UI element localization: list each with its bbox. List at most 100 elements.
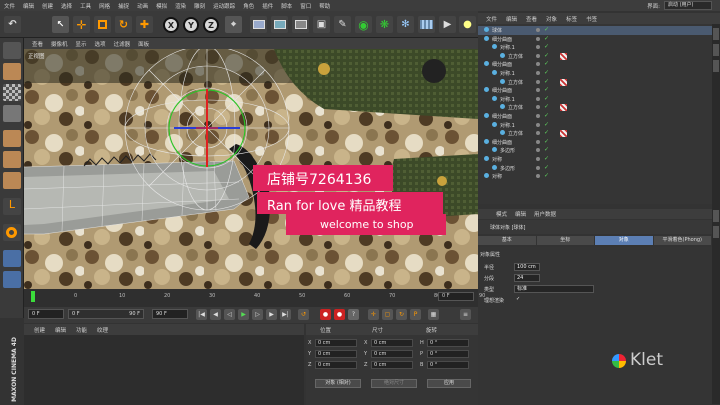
start-frame-field[interactable]: 0 F — [28, 309, 64, 319]
object-row[interactable]: 立方体 ✓ — [478, 103, 712, 112]
viewport-menu-item[interactable]: 面板 — [138, 40, 149, 48]
size-field[interactable]: 0 cm — [371, 350, 413, 358]
position-field[interactable]: 0 cm — [315, 361, 357, 369]
enabled-check-icon[interactable]: ✓ — [544, 104, 550, 110]
attribute-subtab[interactable]: 对象 — [595, 236, 653, 245]
rotation-field[interactable]: 0 ° — [427, 350, 469, 358]
render-settings-icon[interactable] — [292, 16, 309, 33]
timeline-menu-icon[interactable]: ≡ — [460, 309, 471, 320]
texture-tag-icon[interactable] — [560, 130, 567, 138]
floor-icon[interactable] — [418, 16, 435, 33]
magnet-icon[interactable] — [3, 224, 21, 241]
viewport-menu-item[interactable]: 摄像机 — [51, 40, 68, 48]
frame-range-slider[interactable]: 0 F 90 F — [68, 309, 144, 319]
go-start-icon[interactable]: |◀ — [196, 309, 207, 320]
timeline-ruler[interactable]: 0102030405060708090 — [24, 289, 485, 307]
enabled-check-icon[interactable]: ✓ — [544, 173, 550, 179]
tab-attributes[interactable] — [713, 210, 719, 222]
object-row[interactable]: 多边形 ✓ — [478, 146, 712, 155]
make-editable-icon[interactable] — [3, 42, 21, 59]
record-key-icon[interactable]: ● — [320, 309, 331, 320]
visibility-dot[interactable] — [536, 114, 540, 118]
object-menu-item[interactable]: 文件 — [486, 15, 497, 23]
object-row[interactable]: 细分曲面 ✓ — [478, 86, 712, 95]
attribute-menu-item[interactable]: 用户数据 — [534, 210, 556, 218]
enabled-check-icon[interactable]: ✓ — [544, 95, 550, 102]
visibility-dot[interactable] — [536, 122, 540, 127]
enabled-check-icon[interactable]: ✓ — [544, 27, 550, 33]
menu-item[interactable]: 动画 — [137, 2, 148, 10]
enabled-check-icon[interactable]: ✓ — [544, 138, 550, 145]
menu-item[interactable]: 工具 — [80, 2, 91, 10]
enabled-check-icon[interactable]: ✓ — [544, 156, 550, 162]
object-menu-item[interactable]: 对象 — [546, 15, 557, 23]
right-panel-scrollbar[interactable] — [712, 24, 720, 404]
undo-icon[interactable]: ↶ — [4, 16, 21, 33]
visibility-dot[interactable] — [536, 174, 540, 179]
timeline-playhead[interactable] — [31, 291, 35, 302]
menu-item[interactable]: 选择 — [61, 2, 72, 10]
next-key-icon[interactable]: ▶ — [266, 309, 277, 320]
object-row[interactable]: 立方体 ✓ — [478, 129, 712, 138]
object-row[interactable]: 多边形 ✓ — [478, 164, 712, 173]
pen-icon[interactable]: ✎ — [334, 16, 351, 33]
camera-icon[interactable]: ▶ — [439, 16, 456, 33]
attribute-menu-item[interactable]: 编辑 — [515, 210, 526, 218]
key-pla-icon[interactable]: ▦ — [428, 309, 439, 320]
enabled-check-icon[interactable]: ✓ — [544, 61, 550, 67]
key-scale-icon[interactable]: ▢ — [382, 309, 393, 320]
edges-mode-icon[interactable] — [3, 151, 21, 168]
coord-mode-select[interactable]: 对象 (相对) — [315, 379, 361, 388]
end-frame-field[interactable]: 90 F — [152, 309, 188, 319]
viewport-menu-item[interactable]: 过滤器 — [114, 40, 131, 48]
key-position-icon[interactable]: ✛ — [368, 309, 379, 320]
object-row[interactable]: 立方体 ✓ — [478, 78, 712, 87]
tab-content[interactable] — [713, 44, 719, 56]
size-field[interactable]: 0 cm — [371, 339, 413, 347]
texture-tag-icon[interactable] — [560, 78, 567, 86]
snap-icon[interactable] — [3, 250, 21, 267]
recent-tool-icon[interactable]: ✚ — [136, 16, 153, 33]
texture-mode-icon[interactable] — [3, 84, 21, 101]
enabled-check-icon[interactable]: ✓ — [544, 70, 550, 76]
rotate-tool-icon[interactable]: ↻ — [115, 16, 132, 33]
tab-objects[interactable] — [713, 28, 719, 40]
axis-mode-icon[interactable]: L — [3, 198, 21, 215]
keyframe-selection-icon[interactable]: ? — [348, 309, 359, 320]
prev-frame-icon[interactable]: ◁ — [224, 309, 235, 320]
object-row[interactable]: 对称.1 ✓ — [478, 95, 712, 104]
size-mode-select[interactable]: 绝对尺寸 — [371, 379, 417, 388]
menu-item[interactable]: 角色 — [243, 2, 254, 10]
visibility-dot[interactable] — [536, 105, 540, 110]
visibility-dot[interactable] — [536, 79, 540, 84]
go-end-icon[interactable]: ▶| — [280, 309, 291, 320]
attribute-subtab[interactable]: 基本 — [478, 236, 536, 245]
material-area[interactable] — [24, 335, 304, 405]
visibility-dot[interactable] — [536, 131, 540, 136]
workplane-icon[interactable] — [3, 105, 21, 122]
size-field[interactable]: 0 cm — [371, 361, 413, 369]
points-mode-icon[interactable] — [3, 130, 21, 147]
tab-takes[interactable] — [713, 60, 719, 72]
attribute-menu-item[interactable]: 模式 — [496, 210, 507, 218]
viewport-front[interactable] — [24, 49, 478, 289]
auto-key-icon[interactable]: ● — [334, 309, 345, 320]
visibility-dot[interactable] — [536, 88, 540, 93]
render-picture-icon[interactable] — [271, 16, 288, 33]
subdivision-icon[interactable]: ◉ — [355, 16, 372, 33]
texture-tag-icon[interactable] — [560, 104, 567, 112]
enabled-check-icon[interactable]: ✓ — [544, 147, 550, 153]
rotation-field[interactable]: 0 ° — [427, 339, 469, 347]
y-axis-icon[interactable]: Y — [183, 17, 199, 33]
light-icon[interactable]: ● — [459, 16, 476, 33]
enabled-check-icon[interactable]: ✓ — [544, 87, 550, 93]
loop-icon[interactable]: ↺ — [298, 309, 309, 320]
visibility-dot[interactable] — [536, 157, 540, 161]
deformer-icon[interactable]: ❋ — [376, 16, 393, 33]
material-menu-item[interactable]: 创建 — [34, 326, 45, 334]
visibility-dot[interactable] — [536, 71, 540, 75]
menu-item[interactable]: 模拟 — [156, 2, 167, 10]
texture-tag-icon[interactable] — [560, 52, 567, 60]
viewport-menu-item[interactable]: 选项 — [95, 40, 106, 48]
key-rotation-icon[interactable]: ↻ — [396, 309, 407, 320]
